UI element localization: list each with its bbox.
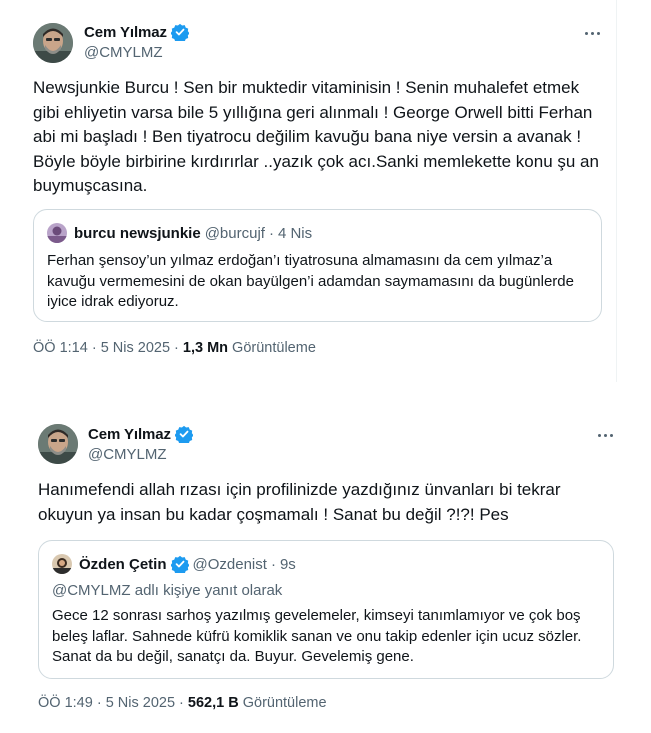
tweet-1: Cem Yılmaz @CMYLMZ Newsjunkie Burcu ! Se…: [18, 0, 617, 382]
quote-text: Gece 12 sonrası sarhoş yazılmış geveleme…: [52, 607, 582, 665]
tweet-meta: ÖÖ 1:49 · 5 Nis 2025 · 562,1 B Görüntüle…: [38, 695, 327, 711]
verified-badge-icon: [170, 23, 190, 43]
quoted-tweet[interactable]: burcu newsjunkie @burcujf · 4 Nis Ferhan…: [33, 209, 602, 322]
author-handle[interactable]: @CMYLMZ: [88, 446, 167, 463]
tweet-meta: ÖÖ 1:14 · 5 Nis 2025 · 1,3 Mn Görüntülem…: [33, 340, 316, 356]
quote-avatar[interactable]: [47, 223, 67, 243]
timestamp[interactable]: ÖÖ 1:14 · 5 Nis 2025 ·: [33, 340, 183, 356]
timestamp[interactable]: ÖÖ 1:49 · 5 Nis 2025 ·: [38, 695, 188, 711]
view-count: 562,1 B: [187, 695, 239, 711]
view-count: 1,3 Mn: [182, 340, 229, 356]
quote-avatar[interactable]: [52, 554, 72, 574]
separator-dot: ·: [270, 555, 276, 573]
more-options-icon[interactable]: [598, 434, 613, 437]
quote-text: Ferhan şensoy’un yılmaz erdoğan’ı tiyatr…: [47, 252, 574, 310]
author-name[interactable]: Cem Yılmaz: [84, 24, 167, 41]
quote-author-handle: @Ozdenist: [192, 555, 267, 573]
separator-dot: ·: [268, 224, 274, 242]
verified-badge-icon: [174, 425, 194, 445]
tweet-text: Hanımefendi allah rızası için profiliniz…: [38, 480, 561, 524]
quote-author-name: burcu newsjunkie: [74, 224, 201, 242]
reply-context[interactable]: @CMYLMZ adlı kişiye yanıt olarak: [52, 582, 282, 599]
author-avatar[interactable]: [38, 424, 78, 464]
tweet-text: Newsjunkie Burcu ! Sen bir muktedir vita…: [33, 78, 599, 195]
quote-timestamp[interactable]: 4 Nis: [278, 225, 312, 242]
quoted-tweet[interactable]: Özden Çetin @Ozdenist · 9s @CMYLMZ adlı …: [38, 540, 614, 679]
tweet-2: Cem Yılmaz @CMYLMZ Hanımefendi allah rız…: [22, 408, 631, 733]
author-handle[interactable]: @CMYLMZ: [84, 44, 163, 61]
author-avatar[interactable]: [33, 23, 73, 63]
views-label: Görüntüleme: [228, 340, 316, 356]
more-options-icon[interactable]: [585, 32, 600, 35]
author-name[interactable]: Cem Yılmaz: [88, 426, 171, 443]
verified-badge-icon: [170, 555, 190, 575]
views-label: Görüntüleme: [238, 695, 327, 711]
quote-author-name: Özden Çetin: [79, 555, 167, 573]
quote-author-handle: @burcujf: [204, 224, 265, 242]
quote-timestamp[interactable]: 9s: [280, 556, 296, 573]
